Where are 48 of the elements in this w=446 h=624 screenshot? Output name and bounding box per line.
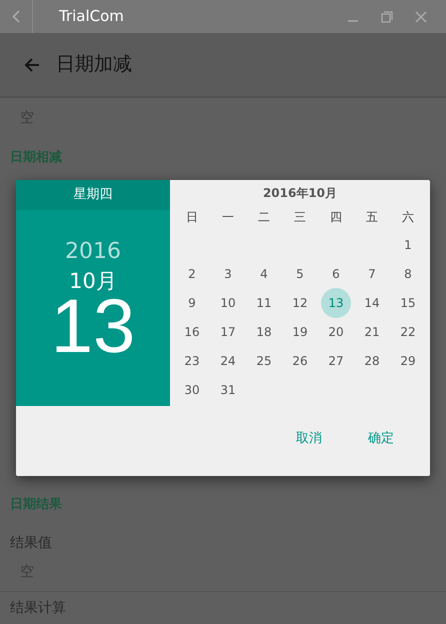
day-cell[interactable]: 30 [177,374,207,404]
day-cell[interactable]: 17 [213,316,243,346]
day-cell[interactable]: 1 [393,230,423,260]
day-cell[interactable]: 6 [321,258,351,288]
window-title: TrialCom [58,6,125,28]
day-cell[interactable]: 19 [285,316,315,346]
close-icon[interactable] [415,10,427,22]
day-cell[interactable]: 21 [357,316,387,346]
selected-month: 10月 [69,270,117,294]
day-cell[interactable]: 20 [321,316,351,346]
day-cell[interactable]: 31 [213,374,243,404]
maximize-icon[interactable] [381,10,393,22]
month-title: 2016年10月 [262,185,338,202]
weekday-label: 二 [257,209,271,226]
back-icon[interactable] [12,10,20,23]
day-cell[interactable]: 28 [357,346,387,376]
day-cell[interactable]: 22 [393,316,423,346]
day-cell[interactable]: 4 [249,258,279,288]
day-cell[interactable]: 11 [249,288,279,318]
day-cell[interactable]: 23 [177,346,207,376]
page-title: 日期加减 [56,52,132,78]
weekday-label: 四 [329,209,343,226]
day-cell[interactable]: 12 [285,288,315,318]
day-cell[interactable]: 5 [285,258,315,288]
day-cell[interactable]: 9 [177,288,207,318]
day-cell[interactable]: 26 [285,346,315,376]
weekday-label: 日 [185,209,199,226]
back-arrow-icon[interactable] [24,56,40,72]
weekday-label: 三 [293,209,307,226]
day-cell[interactable]: 27 [321,346,351,376]
day-cell[interactable]: 15 [393,288,423,318]
day-cell[interactable]: 2 [177,258,207,288]
day-cell[interactable]: 29 [393,346,423,376]
day-cell[interactable]: 8 [393,258,423,288]
day-cell[interactable]: 24 [213,346,243,376]
weekday-label: 六 [401,209,415,226]
day-cell[interactable]: 25 [249,346,279,376]
weekday-header: 星期四 [74,186,112,204]
day-cell[interactable]: 16 [177,316,207,346]
weekday-label: 一 [221,209,235,226]
day-cell[interactable]: 7 [357,258,387,288]
section-heading: 日期相减 [10,150,62,165]
section-heading: 日期结果 [10,497,62,512]
weekday-label: 五 [365,209,379,226]
day-cell[interactable]: 18 [249,316,279,346]
day-cell[interactable]: 3 [213,258,243,288]
day-cell[interactable]: 14 [357,288,387,318]
day-cell[interactable]: 10 [213,288,243,318]
